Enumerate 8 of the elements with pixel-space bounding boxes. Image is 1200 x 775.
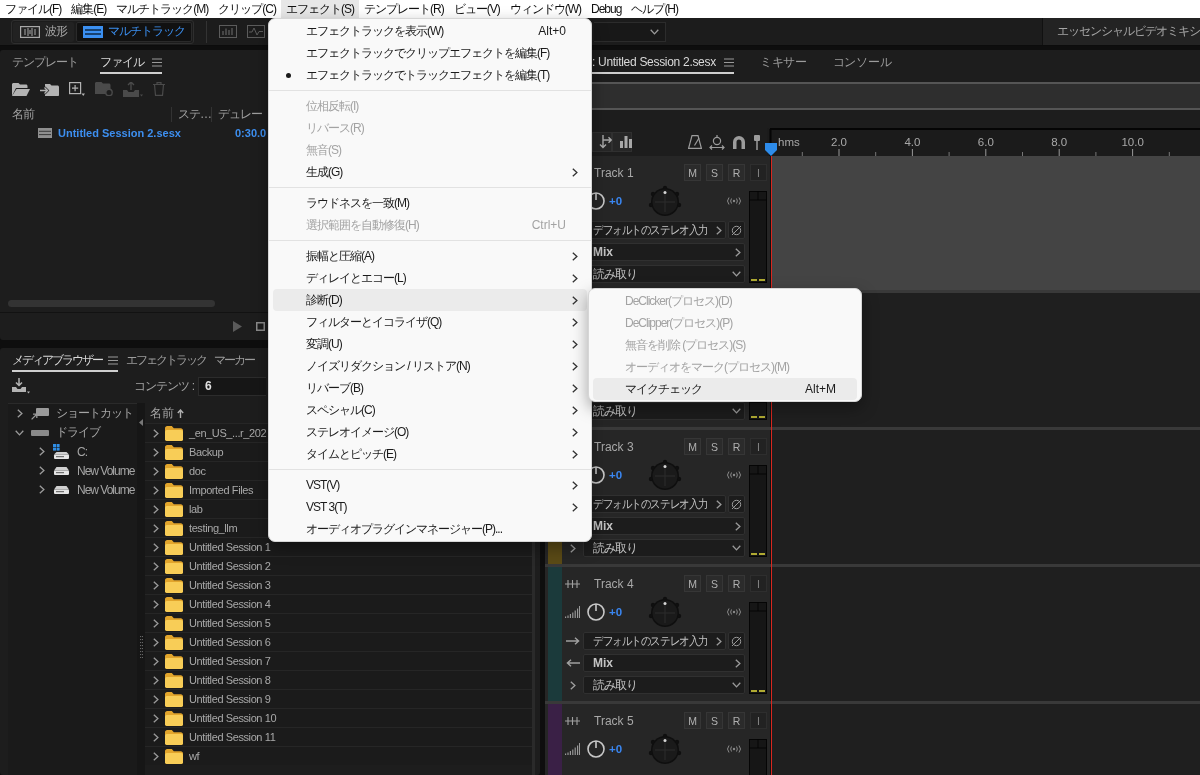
ruler-label: 10.0 xyxy=(1121,136,1144,148)
duration-text: 0:30.0 xyxy=(235,127,267,139)
ruler-label: hms xyxy=(778,136,800,148)
ruler-label: 4.0 xyxy=(904,136,921,148)
ruler-label: 6.0 xyxy=(977,136,994,148)
contents-label: コンテンツ : xyxy=(134,377,194,395)
ruler-label: 2.0 xyxy=(831,136,847,148)
ruler-label: 8.0 xyxy=(1051,136,1068,148)
